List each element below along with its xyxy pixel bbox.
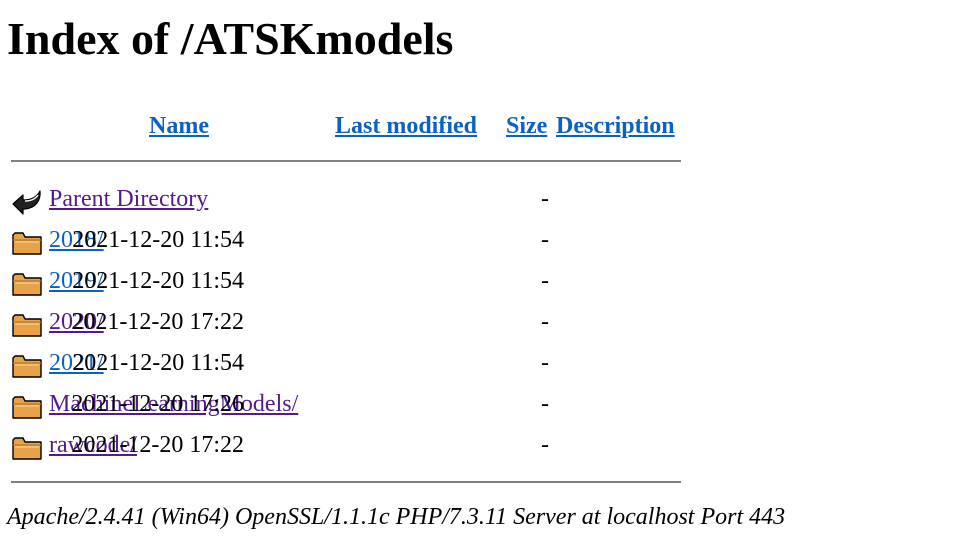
list-item-machinelearningmodels: MachineLearningModels/ 2021-12-20 17:26 … [0,388,700,424]
list-item-2020: 2020/ 2021-12-20 17:22 - [0,306,700,342]
sort-by-last-modified-link[interactable]: Last modified [335,113,477,139]
folder-icon [12,396,42,419]
size-value: - [541,391,549,417]
column-header-modified-wrap: Last modified [335,111,477,141]
sort-by-description-link[interactable]: Description [556,113,675,139]
size-value: - [541,350,549,376]
folder-icon [12,232,42,255]
sort-by-name-link[interactable]: Name [149,113,209,139]
back-arrow-icon [12,190,41,215]
column-header-description-wrap: Description [556,111,675,141]
folder-icon [12,314,42,337]
column-header-name-wrap: Name [149,111,209,141]
size-value: - [541,309,549,335]
sort-by-size-link[interactable]: Size [506,113,547,139]
last-modified-value: 2021-12-20 11:54 [72,350,244,376]
list-item-2018: 2018/ 2021-12-20 11:54 - [0,224,700,260]
folder-icon [12,355,42,378]
last-modified-value: 2021-12-20 11:54 [72,227,244,253]
last-modified-value: 2021-12-20 11:54 [72,268,244,294]
column-header-size-wrap: Size [506,111,547,141]
last-modified-value: 2021-12-20 17:22 [71,309,244,335]
server-signature: Apache/2.4.41 (Win64) OpenSSL/1.1.1c PHP… [7,504,786,530]
parent-directory-link[interactable]: Parent Directory [49,184,208,214]
footer-divider [11,481,681,483]
size-value: - [541,268,549,294]
last-modified-value: 2021-12-20 17:26 [71,391,244,417]
folder-icon [12,273,42,296]
list-item-parent-directory: Parent Directory - [0,183,700,219]
size-value: - [541,432,549,458]
header-divider [11,160,681,162]
size-value: - [541,186,549,212]
size-value: - [541,227,549,253]
list-item-2021: 2021/ 2021-12-20 11:54 - [0,347,700,383]
page-title: Index of /ATSKmodels [7,13,454,64]
last-modified-value: 2021-12-20 17:22 [71,432,244,458]
folder-icon [12,437,42,460]
list-item-2019: 2019/ 2021-12-20 11:54 - [0,265,700,301]
list-item-rawcode: rawcode/ 2021-12-20 17:22 - [0,429,700,465]
